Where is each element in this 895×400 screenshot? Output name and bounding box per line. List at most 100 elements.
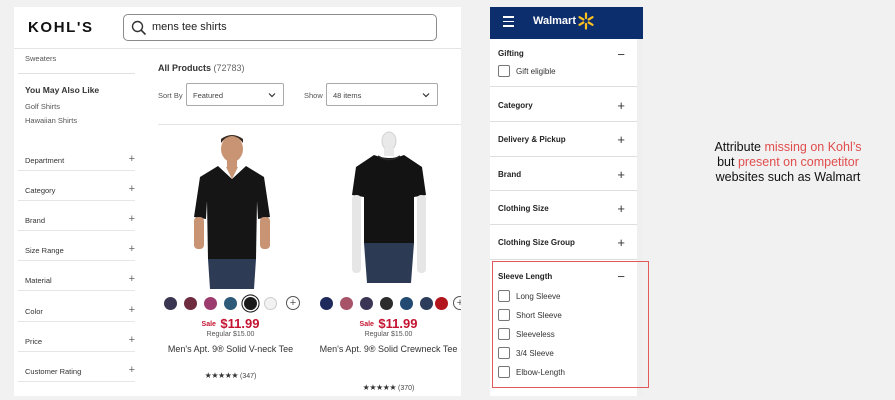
- facet-department[interactable]: Department +: [18, 153, 135, 186]
- facet-label: Customer Rating: [25, 367, 82, 376]
- more-colors-plus-icon[interactable]: +: [286, 296, 300, 310]
- chevron-down-icon: [268, 93, 276, 98]
- search-value: mens tee shirts: [152, 21, 227, 33]
- spark-logo-icon: [578, 12, 594, 30]
- plus-icon[interactable]: +: [129, 364, 135, 376]
- walmart-header: Walmart: [490, 7, 643, 39]
- filter-section-category[interactable]: Category +: [490, 87, 637, 122]
- menu-icon[interactable]: [503, 16, 514, 27]
- plus-icon[interactable]: +: [617, 168, 625, 181]
- plus-icon[interactable]: +: [129, 213, 135, 225]
- walmart-logo[interactable]: Walmart: [533, 15, 576, 27]
- product-rating[interactable]: ★★★★★ (347): [158, 371, 303, 380]
- color-swatch[interactable]: [204, 297, 217, 310]
- color-swatch[interactable]: [264, 297, 277, 310]
- facet-material[interactable]: Material +: [18, 273, 135, 306]
- color-swatch[interactable]: [224, 297, 237, 310]
- facet-label: Brand: [25, 216, 46, 225]
- product-title[interactable]: Men's Apt. 9® Solid V-neck Tee: [158, 343, 303, 355]
- facet-price[interactable]: Price +: [18, 334, 135, 367]
- filter-section-brand[interactable]: Brand +: [490, 157, 637, 191]
- color-swatch[interactable]: [420, 297, 433, 310]
- product-title[interactable]: Men's Apt. 9® Solid Crewneck Tee: [316, 343, 461, 355]
- plus-icon[interactable]: +: [129, 273, 135, 285]
- sort-value: Featured: [193, 91, 224, 100]
- color-swatch[interactable]: [380, 297, 393, 310]
- filter-section-clothing-size[interactable]: Clothing Size +: [490, 191, 637, 225]
- plus-icon[interactable]: +: [617, 202, 625, 215]
- kohls-page: KOHL'S mens tee shirts Sweaters You May …: [14, 7, 461, 396]
- annotation-text: Attribute missing on Kohl’s but present …: [690, 140, 886, 185]
- filter-section-clothing-size-group[interactable]: Clothing Size Group +: [490, 225, 637, 260]
- product-image[interactable]: [316, 131, 461, 289]
- filter-section-gifting: Gifting − Gift eligible: [490, 39, 637, 87]
- annotation-text-part: but: [717, 155, 738, 169]
- search-icon[interactable]: [131, 20, 147, 36]
- annotation-highlight: missing on Kohl’s: [764, 140, 862, 154]
- checkbox-gift-eligible[interactable]: [498, 65, 510, 77]
- you-may-also-like-title: You May Also Like: [25, 85, 100, 95]
- divider: [18, 200, 135, 201]
- plus-icon[interactable]: +: [617, 99, 625, 112]
- kohls-logo[interactable]: KOHL'S: [28, 19, 94, 36]
- plus-icon[interactable]: +: [617, 133, 625, 146]
- divider: [18, 351, 135, 352]
- color-swatch[interactable]: [320, 297, 333, 310]
- results-count: (72783): [213, 63, 245, 73]
- divider: [158, 124, 461, 125]
- items-per-page-value: 48 items: [333, 91, 362, 100]
- minus-icon[interactable]: −: [617, 48, 625, 61]
- facet-customer-rating[interactable]: Customer Rating +: [18, 364, 135, 396]
- ymal-link-golf-shirts[interactable]: Golf Shirts: [25, 102, 60, 111]
- plus-icon[interactable]: +: [129, 183, 135, 195]
- section-title: Clothing Size Group: [498, 238, 575, 247]
- star-rating-icon: ★★★★★: [204, 371, 239, 380]
- plus-icon[interactable]: +: [129, 243, 135, 255]
- price-amount: $11.99: [220, 316, 260, 331]
- ymal-link-hawaiian-shirts[interactable]: Hawaiian Shirts: [25, 116, 77, 125]
- annotation-highlight: present on competitor: [737, 155, 859, 169]
- color-swatch[interactable]: [164, 297, 177, 310]
- facet-category[interactable]: Category +: [18, 183, 135, 216]
- product-card[interactable]: + Sale $11.99 Regular $15.00 Men's Apt. …: [316, 131, 461, 396]
- color-swatch[interactable]: [340, 297, 353, 310]
- plus-icon[interactable]: +: [129, 153, 135, 165]
- show-label: Show: [304, 91, 323, 100]
- filter-sidebar: Sweaters You May Also Like Golf Shirts H…: [14, 49, 141, 396]
- section-title[interactable]: Gifting: [498, 49, 524, 58]
- sort-label: Sort By: [158, 91, 183, 100]
- color-swatch[interactable]: [184, 297, 197, 310]
- facet-brand[interactable]: Brand +: [18, 213, 135, 246]
- regular-price: Regular $15.00: [364, 331, 413, 338]
- product-image[interactable]: [158, 131, 303, 289]
- product-card[interactable]: + Sale $11.99 Regular $15.00 Men's Apt. …: [158, 131, 303, 396]
- regular-price: Regular $15.00: [206, 331, 255, 338]
- facet-label: Size Range: [25, 246, 64, 255]
- filter-section-delivery-pickup[interactable]: Delivery & Pickup +: [490, 122, 637, 157]
- facet-label: Color: [25, 307, 43, 316]
- items-per-page-select[interactable]: 48 items: [326, 83, 438, 106]
- product-rating[interactable]: ★★★★★ (370): [316, 383, 461, 392]
- facet-size-range[interactable]: Size Range +: [18, 243, 135, 276]
- sale-label: Sale: [359, 321, 374, 328]
- color-swatch[interactable]: [360, 297, 373, 310]
- annotation-text-part: Attribute: [714, 140, 765, 154]
- plus-icon[interactable]: +: [129, 334, 135, 346]
- color-swatch-selected[interactable]: [244, 297, 257, 310]
- facet-color[interactable]: Color +: [18, 304, 135, 337]
- color-swatch[interactable]: [435, 297, 448, 310]
- facet-label: Category: [25, 186, 56, 195]
- sort-select[interactable]: Featured: [186, 83, 284, 106]
- section-title: Category: [498, 101, 533, 110]
- plus-icon[interactable]: +: [617, 236, 625, 249]
- sidebar-link-sweaters[interactable]: Sweaters: [25, 54, 56, 63]
- divider: [18, 321, 135, 322]
- section-title: Brand: [498, 170, 522, 179]
- plus-icon[interactable]: +: [129, 304, 135, 316]
- divider: [18, 260, 135, 261]
- facet-label: Material: [25, 276, 52, 285]
- color-swatch[interactable]: [400, 297, 413, 310]
- more-colors-plus-icon[interactable]: +: [453, 296, 461, 310]
- search-input[interactable]: mens tee shirts: [123, 14, 437, 41]
- divider: [18, 381, 135, 382]
